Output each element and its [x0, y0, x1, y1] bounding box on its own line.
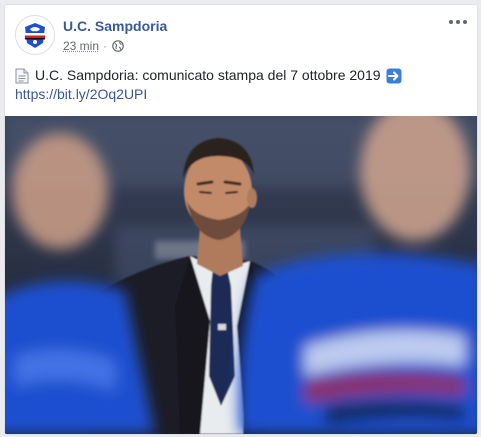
- sampdoria-crest-logo: [16, 16, 54, 54]
- post-card: U.C. Sampdoria 23 min · U.C. Sampdoria: …: [4, 4, 478, 435]
- coach-photo-image: [5, 116, 477, 434]
- page-name[interactable]: U.C. Sampdoria: [63, 18, 167, 34]
- post-message-line: U.C. Sampdoria: comunicato stampa del 7 …: [15, 66, 470, 85]
- globe-icon[interactable]: [112, 40, 124, 52]
- document-icon: [15, 68, 29, 84]
- post-header: U.C. Sampdoria 23 min ·: [5, 5, 477, 60]
- right-arrow-emoji-icon: [386, 68, 402, 84]
- post-photo[interactable]: [5, 116, 477, 434]
- post-timestamp[interactable]: 23 min: [63, 39, 99, 53]
- page-avatar[interactable]: [15, 15, 55, 55]
- more-options-dot: [456, 20, 460, 24]
- post-text: U.C. Sampdoria: comunicato stampa del 7 …: [15, 66, 470, 104]
- post-message-text: U.C. Sampdoria: comunicato stampa del 7 …: [35, 67, 381, 83]
- more-options-button[interactable]: [447, 13, 469, 31]
- more-options-dot: [463, 20, 467, 24]
- meta-separator: ·: [103, 39, 108, 53]
- post-link-line: https://bit.ly/2Oq2UPI: [15, 85, 470, 104]
- post-meta: 23 min ·: [63, 39, 124, 53]
- more-options-icon: [449, 20, 453, 24]
- post-link[interactable]: https://bit.ly/2Oq2UPI: [15, 85, 147, 104]
